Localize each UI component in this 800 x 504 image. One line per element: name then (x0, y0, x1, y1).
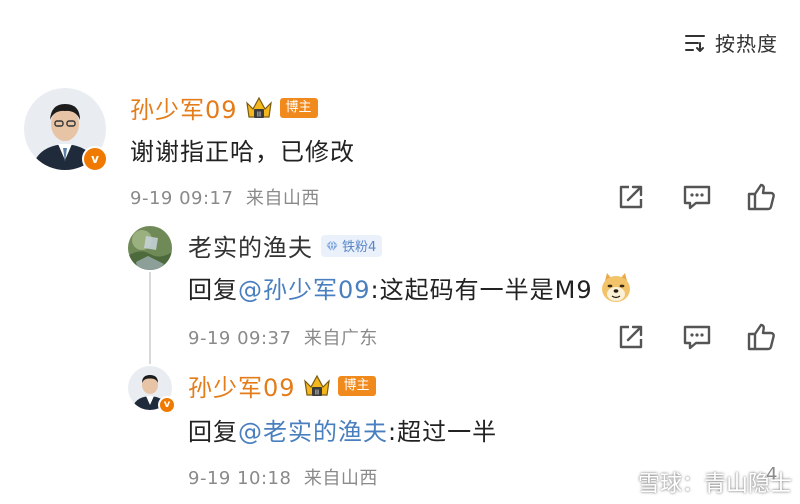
reply-header: 孙少军09 II 博主 (188, 368, 376, 403)
reply-body: :这起码有一半是M9 (370, 276, 593, 304)
author-name[interactable]: 孙少军09 (188, 368, 296, 403)
reply-prefix: 回复 (188, 418, 238, 446)
verified-badge-icon: v (158, 396, 176, 414)
svg-text:II: II (256, 110, 260, 118)
reply-location: 来自山西 (303, 468, 378, 489)
like-button[interactable] (744, 180, 778, 214)
comment-bubble-icon (683, 325, 711, 350)
crown-icon: II (245, 96, 272, 118)
xueqiu-logo-icon (604, 469, 631, 495)
comment-text: 谢谢指正哈，已修改 (130, 138, 355, 166)
thread-line (149, 272, 151, 364)
author-name[interactable]: 孙少军09 (130, 90, 238, 125)
comment-time: 9-19 09:17 (130, 188, 234, 209)
thumbs-up-icon (747, 183, 775, 211)
comment-button[interactable] (680, 180, 714, 214)
doge-emoji-icon (601, 272, 630, 302)
sort-lines-icon (685, 34, 705, 52)
reply-prefix: 回复 (188, 276, 238, 304)
like-button[interactable] (744, 320, 778, 354)
blogger-badge: 博主 (337, 375, 376, 396)
reply-time: 9-19 09:37 (188, 328, 292, 349)
sort-by-heat-button[interactable]: 按热度 (683, 28, 778, 57)
avatar-photo (128, 226, 172, 270)
reply-meta: 9-19 09:37 来自广东 (188, 324, 378, 350)
reply-text: 回复 @孙少军09 :这起码有一半是M9 (188, 270, 633, 305)
comment-bubble-icon (683, 185, 711, 210)
comment-meta: 9-19 09:17 来自山西 (130, 184, 320, 210)
author-name[interactable]: 老实的渔夫 (188, 228, 313, 263)
sort-label: 按热度 (715, 32, 778, 56)
thumbs-up-icon (747, 323, 775, 351)
mention-link[interactable]: @老实的渔夫 (238, 418, 388, 446)
comment-location: 来自山西 (245, 188, 320, 209)
share-button[interactable] (614, 320, 648, 354)
watermark: 雪球：青山隐士 (604, 466, 792, 498)
reply-meta: 9-19 10:18 来自山西 (188, 464, 378, 490)
share-icon (619, 185, 643, 209)
watermark-text: 雪球：青山隐士 (637, 472, 792, 497)
verified-badge-icon: v (82, 146, 108, 172)
svg-text:II: II (314, 388, 318, 396)
mention-link[interactable]: @孙少军09 (238, 270, 371, 305)
crown-icon: II (303, 374, 330, 396)
comment-button[interactable] (680, 320, 714, 354)
comment-header: 孙少军09 II 博主 (130, 90, 318, 125)
reply-time: 9-19 10:18 (188, 468, 292, 489)
fan-badge: 铁粉4 (321, 234, 383, 257)
reply-location: 来自广东 (303, 328, 378, 349)
reply-header: 老实的渔夫 铁粉4 (188, 228, 383, 263)
reply-body: :超过一半 (388, 418, 498, 446)
share-icon (619, 325, 643, 349)
blogger-badge: 博主 (279, 97, 318, 118)
share-button[interactable] (614, 180, 648, 214)
diamond-icon (326, 238, 338, 253)
reply-text: 回复@老实的渔夫:超过一半 (188, 412, 497, 447)
reply-avatar[interactable] (128, 226, 172, 270)
